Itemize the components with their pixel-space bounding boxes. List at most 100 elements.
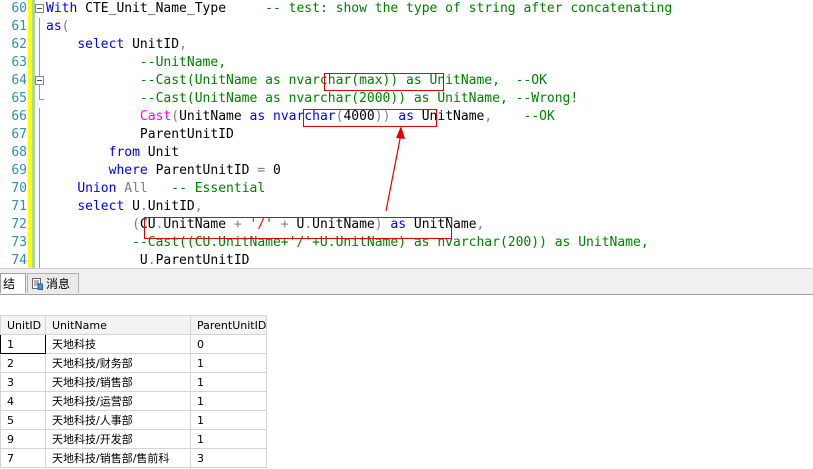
code-token: UnitID [124, 37, 180, 52]
code-line[interactable]: select UnitID, [46, 36, 187, 54]
line-number: 73 [11, 235, 27, 250]
cell-unitid[interactable]: 1 [0, 334, 46, 354]
fold-guide [35, 162, 44, 180]
table-row[interactable]: 4 天地科技/运营部 1 [0, 391, 268, 411]
line-number: 63 [11, 55, 27, 70]
table-row[interactable]: 5 天地科技/人事部 1 [0, 410, 268, 430]
cell-parentunitid[interactable]: 1 [189, 391, 268, 411]
code-token: Unit [139, 145, 180, 160]
code-token: UnitName [163, 217, 234, 232]
code-token: ) [374, 217, 383, 232]
cell-parentunitid[interactable]: 1 [189, 372, 268, 392]
cell-parentunitid[interactable]: 1 [189, 429, 268, 449]
table-row[interactable]: 2 天地科技/财务部 1 [0, 353, 268, 373]
collapse-icon[interactable] [35, 72, 44, 90]
column-header-unitid[interactable]: UnitID [0, 315, 46, 335]
code-line[interactable]: With CTE_Unit_Name_Type -- test: show th… [46, 0, 672, 18]
tab-results[interactable]: 结果 [0, 273, 26, 311]
code-token: UnitID [147, 199, 195, 214]
code-token: Cast [139, 109, 172, 124]
code-line[interactable]: --Cast(UnitName as nvarchar(2000)) as Un… [46, 90, 578, 108]
table-row[interactable]: 1 天地科技 0 [0, 334, 268, 354]
cell-parentunitid[interactable]: 3 [189, 448, 268, 468]
collapse-icon[interactable] [35, 0, 44, 18]
code-token: 4000 [343, 109, 375, 124]
cell-unitid[interactable]: 5 [0, 410, 46, 430]
line-number: 66 [11, 109, 27, 124]
cell-unitid[interactable]: 4 [0, 391, 46, 411]
line-number: 67 [11, 127, 27, 142]
code-token: 0 [265, 163, 281, 178]
code-token: select [77, 37, 125, 52]
cell-unitid[interactable]: 9 [0, 429, 46, 449]
code-token: With [46, 1, 78, 16]
table-row[interactable]: 9 天地科技/开发部 1 [0, 429, 268, 449]
cell-parentunitid[interactable]: 1 [189, 410, 268, 430]
line-number: 72 [11, 217, 27, 232]
code-line[interactable]: --Cast(UnitName as nvarchar(max)) as Uni… [46, 72, 547, 90]
tab-messages[interactable]: 消息 [27, 273, 79, 293]
line-number: 60 [11, 1, 27, 16]
code-line[interactable]: as( [46, 18, 69, 36]
fold-guide [35, 198, 44, 216]
code-token: nvarchar [273, 109, 336, 124]
cell-unitname[interactable]: 天地科技/开发部 [45, 429, 191, 449]
code-token: as [46, 19, 62, 34]
cell-parentunitid[interactable]: 1 [189, 353, 268, 373]
code-token: as [249, 109, 266, 124]
fold-guide [35, 90, 44, 108]
code-token: ( [61, 19, 70, 34]
table-row[interactable]: 7 天地科技/销售部/售前科 3 [0, 448, 268, 468]
code-line[interactable]: Cast(UnitName as nvarchar(4000)) as Unit… [46, 108, 555, 126]
code-line[interactable]: (CU.UnitName + '/' + U.UnitName) as Unit… [46, 216, 484, 234]
code-line[interactable]: U.ParentUnitID [46, 252, 250, 268]
code-line[interactable]: select U.UnitID, [46, 198, 202, 216]
code-line[interactable]: where ParentUnitID = 0 [46, 162, 281, 180]
cell-unitid[interactable]: 7 [0, 448, 46, 468]
code-line[interactable]: ParentUnitID [46, 126, 234, 144]
fold-guide [35, 108, 44, 126]
fold-guide [35, 252, 44, 268]
line-number: 68 [11, 145, 27, 160]
code-token: ParentUnitID [147, 163, 258, 178]
line-number: 71 [11, 199, 27, 214]
cell-unitid[interactable]: 3 [0, 372, 46, 392]
code-token: UnitName [413, 109, 485, 124]
cell-unitname[interactable]: 天地科技/销售部 [45, 372, 191, 392]
cell-unitname[interactable]: 天地科技 [45, 334, 191, 354]
code-line[interactable]: --UnitName, [46, 54, 226, 72]
code-token: CTE_Unit_Name_Type [85, 1, 227, 16]
cell-unitname[interactable]: 天地科技/销售部/售前科 [45, 448, 191, 468]
code-token: where [108, 163, 148, 178]
code-token: ( [171, 109, 180, 124]
column-header-parentunitid[interactable]: ParentUnitID [189, 315, 268, 335]
cell-unitname[interactable]: 天地科技/运营部 [45, 391, 191, 411]
line-number: 64 [11, 73, 27, 88]
cell-unitname[interactable]: 天地科技/财务部 [45, 353, 191, 373]
sql-editor[interactable]: 60 61 62 63 64 65 66 67 68 69 70 71 72 73 74 With CTE_… [0, 0, 813, 268]
cell-unitid[interactable]: 2 [0, 353, 46, 373]
code-line[interactable]: --Cast((CU.UnitName+'/'+U.UnitName) as n… [46, 234, 649, 252]
tab-messages-label: 消息 [46, 277, 71, 291]
code-line[interactable]: from Unit [46, 144, 179, 162]
code-token: as [398, 109, 414, 124]
results-grid[interactable]: UnitID UnitName ParentUnitID 1 天地科技 0 2 天地科技… [0, 315, 268, 468]
code-token: . [304, 217, 313, 232]
code-token: All [124, 181, 148, 196]
code-line[interactable]: Union All -- Essential [46, 180, 265, 198]
code-token: = [257, 163, 266, 178]
cell-parentunitid[interactable]: 0 [189, 334, 268, 354]
column-header-unitname[interactable]: UnitName [45, 315, 191, 335]
code-token: + [280, 217, 289, 232]
table-row[interactable]: 3 天地科技/销售部 1 [0, 372, 268, 392]
cell-unitname[interactable]: 天地科技/人事部 [45, 410, 191, 430]
